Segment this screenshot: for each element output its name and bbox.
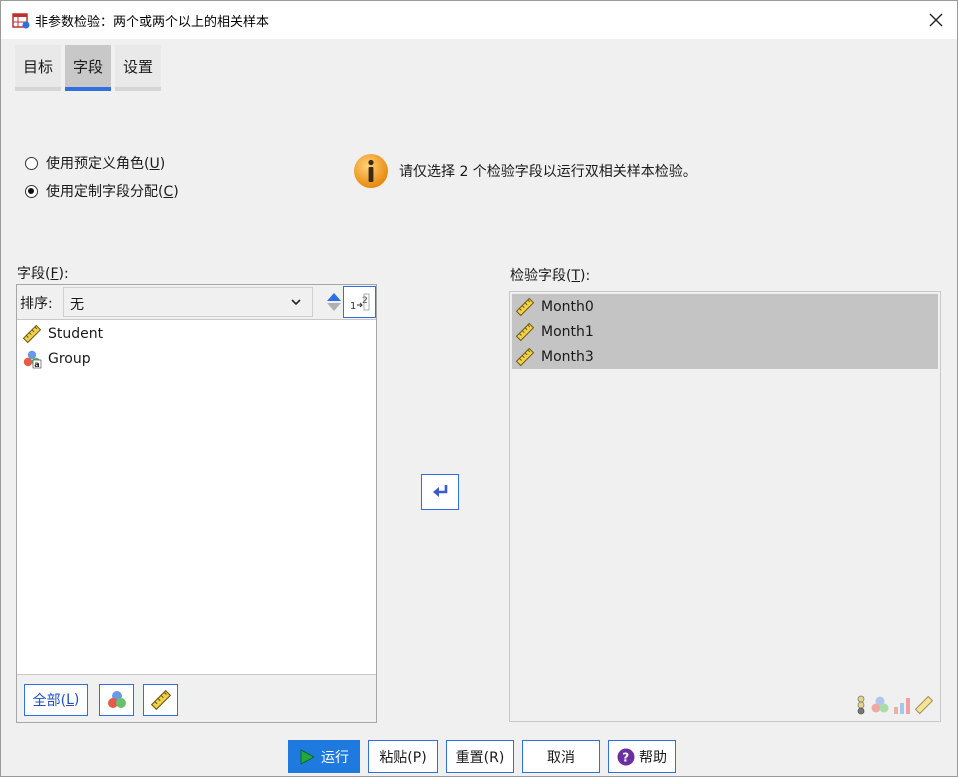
dialog-buttons: 运行 粘贴(P) 重置(R) 取消 ? 帮助 <box>288 740 676 773</box>
list-item[interactable]: a Group <box>17 346 376 371</box>
move-field-button[interactable] <box>421 474 459 510</box>
radio-custom-assignments[interactable]: 使用定制字段分配(C) <box>25 177 179 205</box>
fields-footer: 全部(L) <box>17 675 376 722</box>
filter-scale-button[interactable] <box>143 684 178 716</box>
sort-up-down-icon <box>327 293 341 311</box>
scale-ruler-icon <box>914 695 934 715</box>
test-fields-list[interactable]: Month0 Month1 Month3 <box>512 294 938 369</box>
list-item[interactable]: Month0 <box>512 294 938 319</box>
field-name: Month3 <box>541 348 594 365</box>
nominal-string-icon: a <box>23 350 42 369</box>
tab-bar: 目标 字段 设置 <box>15 45 162 91</box>
play-icon <box>300 748 315 765</box>
select-all-button[interactable]: 全部(L) <box>24 684 88 716</box>
radio-custom-label: 使用定制字段分配(C) <box>46 184 179 200</box>
fields-panel: 排序: 无 1 2 Student a Group 全部(L) <box>16 284 377 723</box>
tab-target[interactable]: 目标 <box>15 45 62 91</box>
info-text: 请仅选择 2 个检验字段以运行双相关样本检验。 <box>399 164 697 180</box>
radio-circle[interactable] <box>25 156 38 170</box>
sort-label: 排序: <box>20 296 53 312</box>
close-button[interactable] <box>921 5 951 35</box>
svg-text:1: 1 <box>350 301 356 312</box>
svg-text:2: 2 <box>362 296 368 306</box>
reset-button[interactable]: 重置(R) <box>446 740 514 773</box>
role-radio-group: 使用预定义角色(U) 使用定制字段分配(C) <box>25 149 179 205</box>
list-item[interactable]: Month1 <box>512 319 938 344</box>
scale-ruler-icon <box>515 297 535 316</box>
scale-ruler-icon <box>515 347 535 366</box>
list-item[interactable]: Student <box>17 321 376 346</box>
radio-predefined-label: 使用预定义角色(U) <box>46 156 166 172</box>
field-name: Student <box>48 325 104 342</box>
test-fields-label: 检验字段(T): <box>510 268 591 284</box>
fields-label: 字段(F): <box>17 266 69 282</box>
sort-dropdown[interactable]: 无 <box>63 287 313 317</box>
close-icon <box>929 13 943 27</box>
window-title: 非参数检验：两个或两个以上的相关样本 <box>35 15 270 30</box>
nominal-measure-icon <box>871 696 889 713</box>
tab-settings[interactable]: 设置 <box>115 45 162 91</box>
sort-row: 排序: 无 1 2 <box>17 285 376 320</box>
filter-nominal-button[interactable] <box>99 684 134 716</box>
tab-fields[interactable]: 字段 <box>65 45 112 91</box>
field-name: Month0 <box>541 298 594 315</box>
svg-text:a: a <box>34 360 39 369</box>
spss-app-icon <box>12 13 30 29</box>
list-item[interactable]: Month3 <box>512 344 938 369</box>
radio-circle-checked[interactable] <box>25 184 38 198</box>
svg-text:?: ? <box>622 750 629 764</box>
ordinal-measure-icon <box>857 695 865 715</box>
title-bar: 非参数检验：两个或两个以上的相关样本 <box>1 1 957 39</box>
sort-numeric-icon: 1 2 <box>350 293 369 312</box>
field-name: Group <box>48 350 91 367</box>
paste-button[interactable]: 粘贴(P) <box>368 740 438 773</box>
allowed-measures-legend <box>854 695 934 715</box>
field-name: Month1 <box>541 323 594 340</box>
info-icon <box>354 154 388 188</box>
chevron-down-icon <box>291 299 301 306</box>
dialog-window: 非参数检验：两个或两个以上的相关样本 目标 字段 设置 使用预定义角色(U) 使… <box>0 0 958 777</box>
cancel-button[interactable]: 取消 <box>522 740 600 773</box>
scale-ruler-icon <box>22 324 42 343</box>
run-button[interactable]: 运行 <box>288 740 360 773</box>
radio-predefined-roles[interactable]: 使用预定义角色(U) <box>25 149 179 177</box>
sort-by-value-button[interactable]: 1 2 <box>343 286 376 318</box>
scale-ruler-icon <box>150 689 171 711</box>
help-button[interactable]: ? 帮助 <box>608 740 676 773</box>
info-message: 请仅选择 2 个检验字段以运行双相关样本检验。 <box>353 153 697 189</box>
sort-value: 无 <box>70 297 84 313</box>
scale-ruler-icon <box>515 322 535 341</box>
move-arrow-left-icon <box>433 485 448 497</box>
fields-list[interactable]: Student a Group <box>17 321 376 675</box>
nominal-measure-icon <box>107 691 126 708</box>
bar-chart-icon <box>894 698 910 714</box>
test-fields-panel[interactable]: Month0 Month1 Month3 <box>509 291 941 722</box>
help-icon: ? <box>617 748 635 765</box>
